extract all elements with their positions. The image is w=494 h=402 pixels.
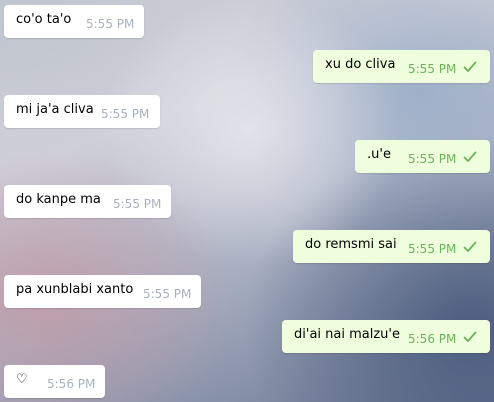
check-icon: [463, 241, 477, 252]
message-time: 5:55 PM: [101, 107, 150, 121]
check-icon: [463, 61, 477, 72]
check-icon: [463, 331, 477, 342]
message-incoming[interactable]: pa xunblabi xanto 5:55 PM: [4, 275, 201, 308]
message-text: ♡: [16, 372, 28, 387]
message-text: .u'e: [367, 147, 391, 162]
message-text: do remsmi sai: [305, 237, 397, 252]
message-time: 5:56 PM: [47, 377, 96, 391]
message-incoming[interactable]: co'o ta'o 5:55 PM: [4, 5, 144, 38]
message-time: 5:55 PM: [408, 152, 457, 166]
message-text: co'o ta'o: [16, 12, 72, 27]
message-text: mi ja'a cliva: [16, 102, 94, 117]
message-time: 5:55 PM: [143, 287, 192, 301]
message-text: do kanpe ma: [16, 192, 101, 207]
message-outgoing[interactable]: di'ai nai malzu'e 5:56 PM: [282, 320, 490, 353]
message-outgoing[interactable]: do remsmi sai 5:55 PM: [293, 230, 490, 263]
message-text: pa xunblabi xanto: [16, 282, 134, 297]
message-incoming[interactable]: mi ja'a cliva 5:55 PM: [4, 95, 160, 128]
message-list[interactable]: co'o ta'o 5:55 PM xu do cliva 5:55 PM mi…: [0, 0, 494, 402]
message-time: 5:55 PM: [408, 62, 457, 76]
message-incoming[interactable]: do kanpe ma 5:55 PM: [4, 185, 171, 218]
message-time: 5:56 PM: [408, 332, 457, 346]
message-text: di'ai nai malzu'e: [294, 327, 400, 342]
message-outgoing[interactable]: .u'e 5:55 PM: [355, 140, 490, 173]
message-time: 5:55 PM: [408, 242, 457, 256]
message-outgoing[interactable]: xu do cliva 5:55 PM: [313, 50, 490, 83]
message-incoming[interactable]: ♡ 5:56 PM: [4, 365, 105, 398]
message-time: 5:55 PM: [113, 197, 162, 211]
check-icon: [463, 151, 477, 162]
message-text: xu do cliva: [325, 57, 396, 72]
message-time: 5:55 PM: [86, 17, 135, 31]
